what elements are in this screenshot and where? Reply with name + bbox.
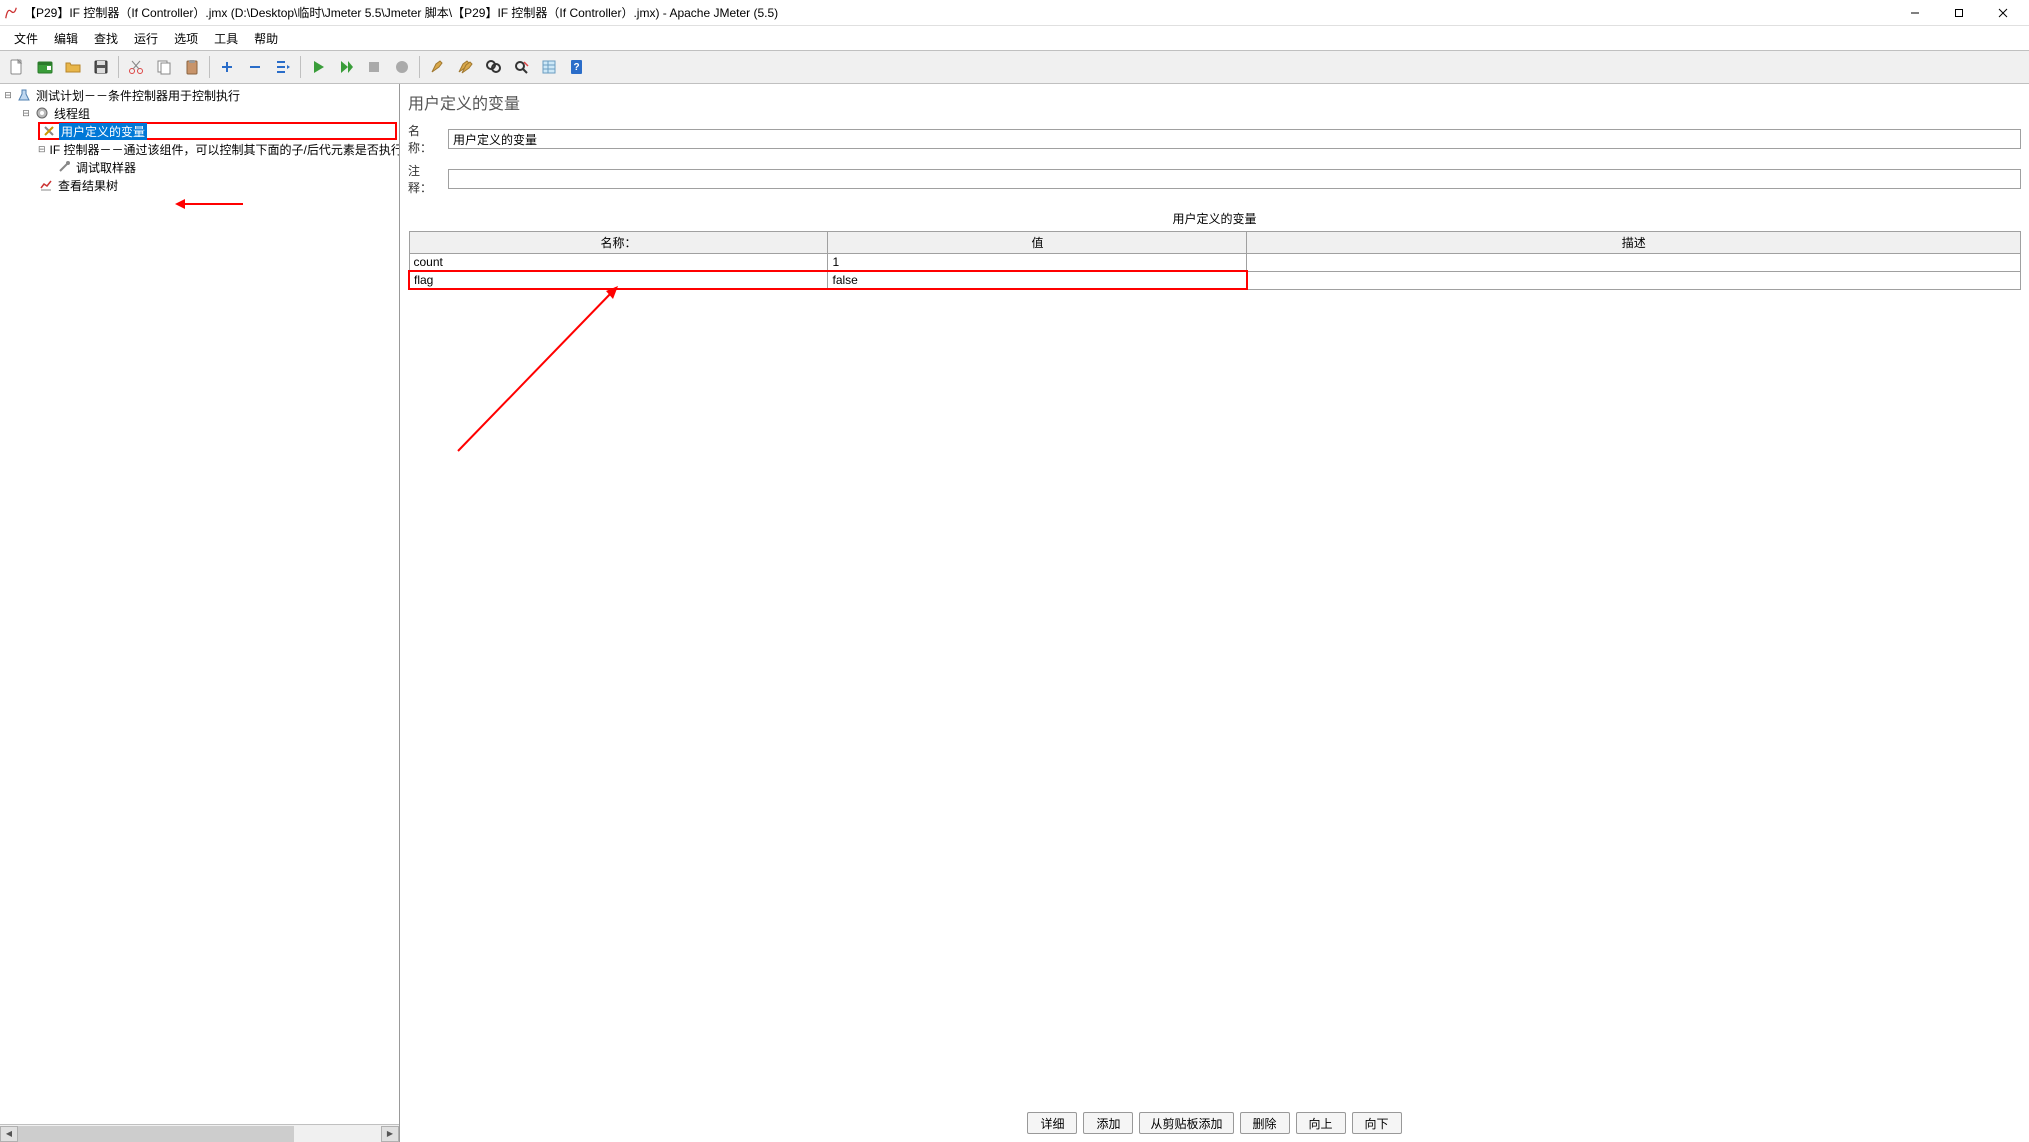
tree-panel[interactable]: ⊟ 测试计划－－条件控制器用于控制执行 ⊟ 线程组 (0, 84, 400, 1142)
col-value[interactable]: 值 (828, 232, 1247, 254)
section-header: 用户定义的变量 (408, 206, 2021, 231)
tree-debug-sampler[interactable]: 调试取样器 (56, 158, 397, 176)
up-button[interactable]: 向上 (1296, 1112, 1346, 1134)
down-button[interactable]: 向下 (1352, 1112, 1402, 1134)
collapse-icon[interactable]: ⊟ (20, 107, 32, 119)
vars-table[interactable]: 名称： 值 描述 count 1 flag false (408, 231, 2021, 290)
window-title: 【P29】IF 控制器（If Controller）.jmx (D:\Deskt… (24, 4, 1893, 21)
menu-search[interactable]: 查找 (86, 28, 126, 49)
name-input[interactable] (448, 129, 2021, 149)
right-panel: 用户定义的变量 名称： 注释： 用户定义的变量 名称： 值 描述 (400, 84, 2029, 1142)
tree-label: IF 控制器－－通过该组件，可以控制其下面的子/后代元素是否执行 (48, 141, 400, 158)
collapse-icon[interactable]: ⊟ (2, 89, 14, 101)
flask-icon (16, 87, 32, 103)
close-button[interactable] (1981, 1, 2025, 25)
scroll-right-icon[interactable]: ▶ (381, 1126, 399, 1142)
stop-icon[interactable] (361, 54, 387, 80)
tree-h-scrollbar[interactable]: ◀ ▶ (0, 1124, 399, 1142)
start-no-timer-icon[interactable] (333, 54, 359, 80)
tree-label: 测试计划－－条件控制器用于控制执行 (34, 87, 242, 104)
paste-icon[interactable] (179, 54, 205, 80)
open-icon[interactable] (60, 54, 86, 80)
tree-if-controller[interactable]: ⊟ IF 控制器－－通过该组件，可以控制其下面的子/后代元素是否执行 (38, 140, 397, 158)
titlebar: 【P29】IF 控制器（If Controller）.jmx (D:\Deskt… (0, 0, 2029, 26)
scroll-left-icon[interactable]: ◀ (0, 1126, 18, 1142)
toggle-icon[interactable] (270, 54, 296, 80)
scroll-thumb[interactable] (18, 1126, 294, 1142)
menu-options[interactable]: 选项 (166, 28, 206, 49)
new-file-icon[interactable] (4, 54, 30, 80)
cell-value[interactable]: false (828, 271, 1247, 289)
svg-text:?: ? (573, 62, 579, 73)
templates-icon[interactable] (32, 54, 58, 80)
jmeter-icon (4, 6, 18, 20)
annotation-arrow-1 (175, 195, 245, 213)
tree-label: 用户定义的变量 (59, 123, 147, 140)
clear-all-icon[interactable] (452, 54, 478, 80)
name-label: 名称： (408, 122, 448, 156)
cell-name[interactable]: flag (409, 271, 828, 289)
copy-icon[interactable] (151, 54, 177, 80)
table-row[interactable]: flag false (409, 271, 2021, 289)
maximize-button[interactable] (1937, 1, 1981, 25)
main-split: ⊟ 测试计划－－条件控制器用于控制执行 ⊟ 线程组 (0, 84, 2029, 1142)
add-button[interactable]: 添加 (1083, 1112, 1133, 1134)
cell-name[interactable]: count (409, 254, 828, 272)
tree-test-plan[interactable]: ⊟ 测试计划－－条件控制器用于控制执行 (2, 86, 397, 104)
col-desc[interactable]: 描述 (1247, 232, 2021, 254)
tree-thread-group[interactable]: ⊟ 线程组 (20, 104, 397, 122)
start-icon[interactable] (305, 54, 331, 80)
panel-title: 用户定义的变量 (408, 90, 2021, 114)
reset-search-icon[interactable] (508, 54, 534, 80)
cell-desc[interactable] (1247, 271, 2021, 289)
config-icon (41, 123, 57, 139)
save-icon[interactable] (88, 54, 114, 80)
add-from-clipboard-button[interactable]: 从剪贴板添加 (1139, 1112, 1233, 1134)
tree-user-defined-vars[interactable]: 用户定义的变量 (38, 122, 397, 140)
gear-icon (34, 105, 50, 121)
search-icon[interactable] (480, 54, 506, 80)
pipette-icon (56, 159, 72, 175)
menu-tools[interactable]: 工具 (206, 28, 246, 49)
menu-edit[interactable]: 编辑 (46, 28, 86, 49)
collapse-icon[interactable]: ⊟ (38, 143, 46, 155)
button-row: 详细 添加 从剪贴板添加 删除 向上 向下 (408, 1104, 2021, 1142)
clear-icon[interactable] (424, 54, 450, 80)
delete-button[interactable]: 删除 (1240, 1112, 1290, 1134)
minimize-button[interactable] (1893, 1, 1937, 25)
chart-icon (38, 177, 54, 193)
shutdown-icon[interactable] (389, 54, 415, 80)
menu-file[interactable]: 文件 (6, 28, 46, 49)
table-row[interactable]: count 1 (409, 254, 2021, 272)
help-icon[interactable]: ? (564, 54, 590, 80)
menu-help[interactable]: 帮助 (246, 28, 286, 49)
expand-icon[interactable] (214, 54, 240, 80)
comment-input[interactable] (448, 169, 2021, 189)
menu-run[interactable]: 运行 (126, 28, 166, 49)
function-helper-icon[interactable] (536, 54, 562, 80)
cut-icon[interactable] (123, 54, 149, 80)
collapse-icon[interactable] (242, 54, 268, 80)
toolbar: ? (0, 50, 2029, 84)
menubar: 文件 编辑 查找 运行 选项 工具 帮助 (0, 26, 2029, 50)
tree-results-tree[interactable]: 查看结果树 (38, 176, 397, 194)
tree-label: 查看结果树 (56, 177, 120, 194)
comment-label: 注释： (408, 162, 448, 196)
detail-button[interactable]: 详细 (1027, 1112, 1077, 1134)
tree-label: 线程组 (52, 105, 92, 122)
cell-desc[interactable] (1247, 254, 2021, 272)
annotation-arrow-2 (448, 281, 628, 461)
cell-value[interactable]: 1 (828, 254, 1247, 272)
col-name[interactable]: 名称： (409, 232, 828, 254)
tree-label: 调试取样器 (74, 159, 138, 176)
